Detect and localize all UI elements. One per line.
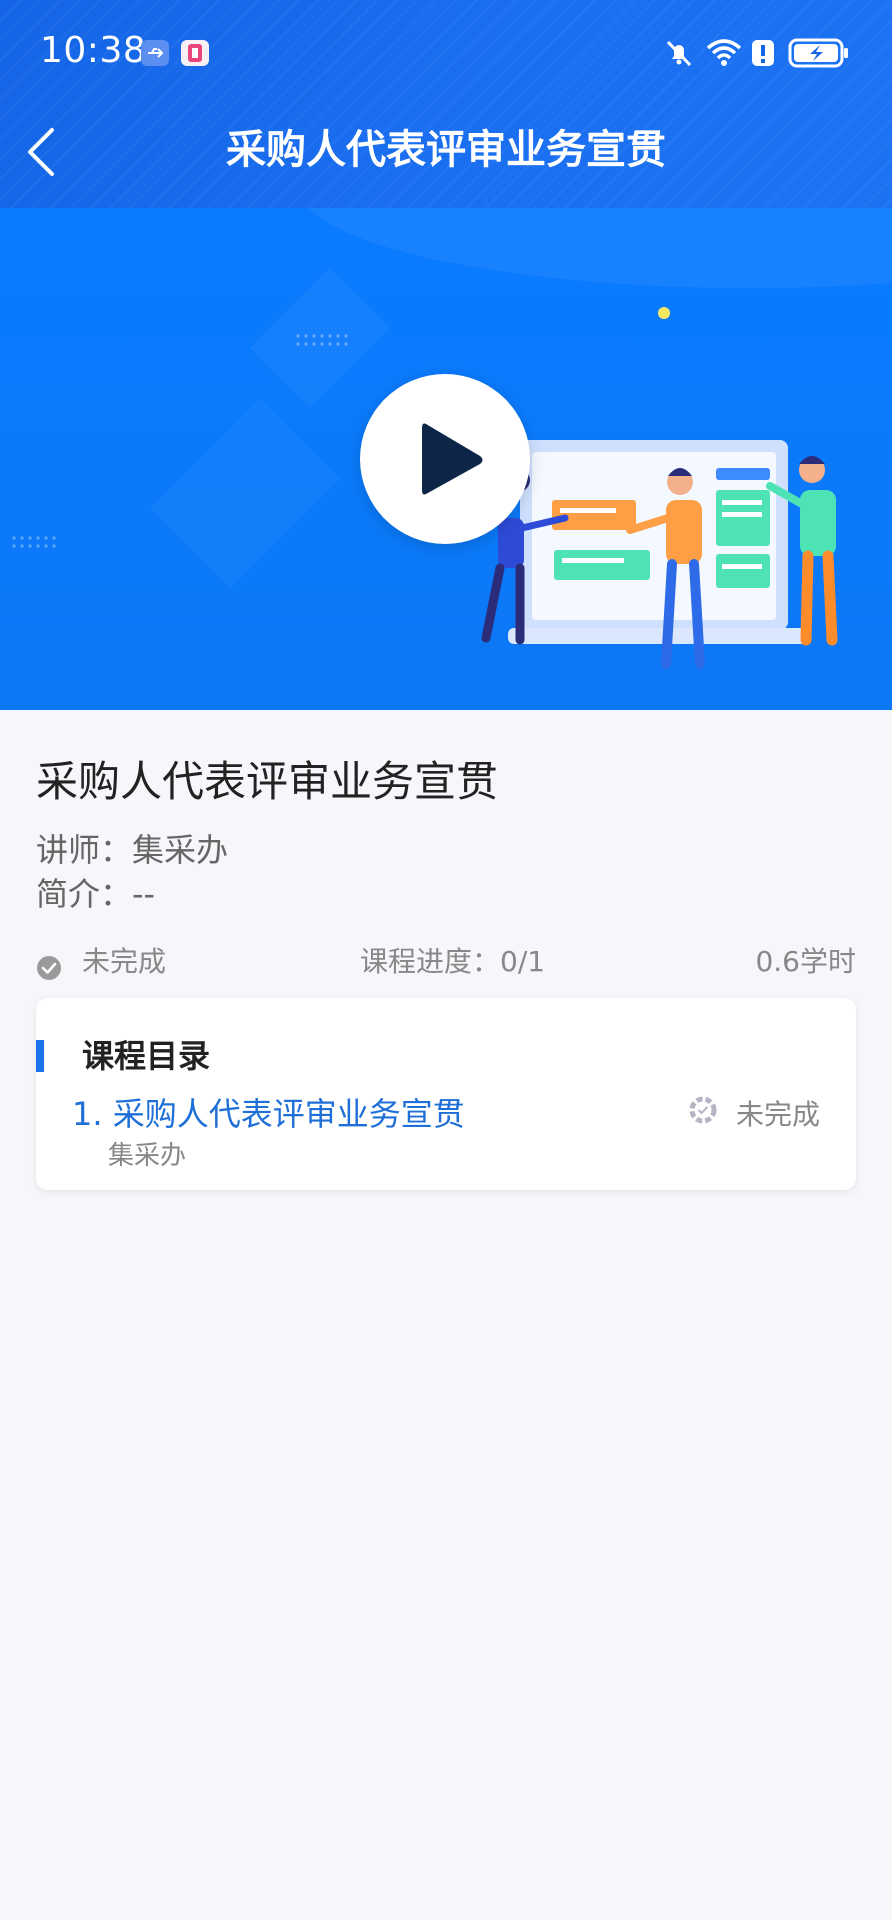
lesson-status: 未完成: [689, 1094, 820, 1135]
course-hours: 0.6学时: [755, 945, 856, 978]
app-header: 10:38 采购人代表评审业务宣贯: [0, 0, 892, 208]
play-icon: [422, 423, 483, 495]
mute-bell-icon: [664, 38, 694, 68]
course-lecturer: 讲师：集采办: [36, 831, 229, 869]
status-bar: 10:38: [0, 0, 892, 105]
course-title: 采购人代表评审业务宣贯: [36, 757, 499, 806]
alert-icon: [750, 38, 776, 68]
course-status: 未完成: [82, 945, 167, 978]
catalog-title: 课程目录: [82, 1037, 211, 1075]
status-time: 10:38: [40, 30, 147, 71]
page-title: 采购人代表评审业务宣贯: [226, 127, 666, 173]
course-status-row: 未完成 课程进度：0/1 0.6学时: [36, 940, 856, 984]
lesson-title[interactable]: 1. 采购人代表评审业务宣贯: [72, 1092, 465, 1136]
course-intro: 简介：--: [36, 875, 156, 913]
course-progress: 课程进度：0/1: [360, 945, 546, 978]
wifi-icon: [704, 38, 744, 68]
lesson-lecturer: 集采办: [108, 1141, 187, 1171]
video-banner[interactable]: [0, 208, 892, 710]
usb-icon: [140, 38, 170, 68]
catalog-accent-bar: [36, 1040, 44, 1072]
battery-charging-icon: [788, 38, 850, 68]
catalog-card: 课程目录 1. 采购人代表评审业务宣贯 集采办 未完成: [36, 998, 856, 1190]
progress-ring-icon: [689, 1095, 717, 1135]
check-circle-icon: [36, 950, 62, 994]
lesson-status-text: 未完成: [735, 1098, 820, 1131]
app-notification-icon: [180, 38, 210, 68]
play-button[interactable]: [360, 374, 530, 544]
